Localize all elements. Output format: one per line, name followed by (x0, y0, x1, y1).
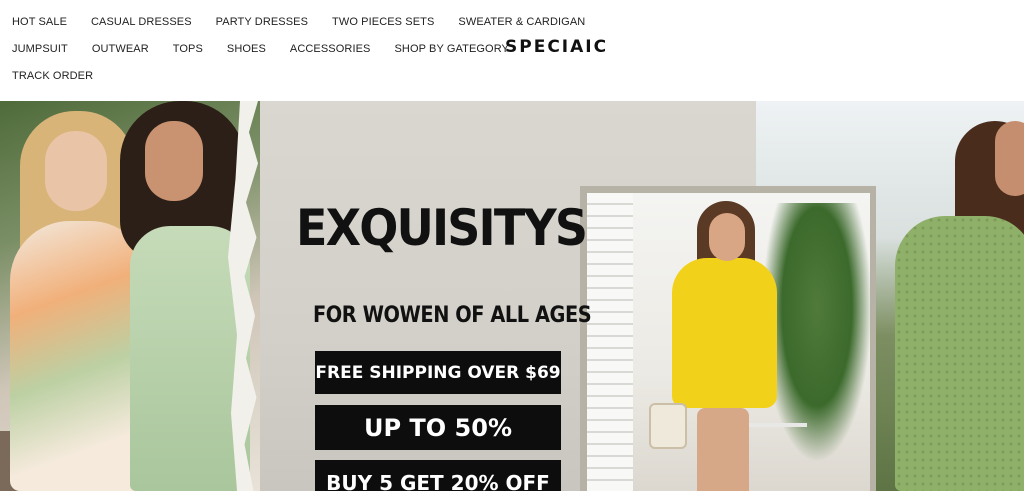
inset-photo-yellow-dress (587, 193, 870, 491)
model-1-face (45, 131, 107, 211)
banner-subheadline: FOR WOWEN OF ALL AGES (313, 303, 592, 328)
site-logo[interactable]: SPECIAIC (505, 37, 608, 57)
side-table (747, 423, 807, 491)
nav-track-order[interactable]: TRACK ORDER (12, 70, 93, 82)
woven-bag (649, 403, 687, 449)
model-3-yellow-dress (672, 258, 777, 408)
model-3-legs (697, 408, 749, 491)
model-3-face (709, 213, 745, 261)
promo-discount: UP TO 50% (315, 405, 561, 450)
nav-casual-dresses[interactable]: CASUAL DRESSES (91, 16, 192, 28)
nav-jumpsuit[interactable]: JUMPSUIT (12, 43, 68, 55)
promo-free-shipping: FREE SHIPPING OVER $69 (315, 351, 561, 394)
window-shutter (587, 193, 633, 491)
nav-shop-by-category[interactable]: SHOP BY GATEGORY (394, 43, 509, 55)
nav-outwear[interactable]: OUTWEAR (92, 43, 149, 55)
nav-accessories[interactable]: ACCESSORIES (290, 43, 371, 55)
nav-sweater-cardigan[interactable]: SWEATER & CARDIGAN (458, 16, 585, 28)
model-2-face (145, 121, 203, 201)
nav-hot-sale[interactable]: HOT SALE (12, 16, 67, 28)
nav-party-dresses[interactable]: PARTY DRESSES (216, 16, 308, 28)
banner-headline: EXQUISITYS (296, 199, 588, 257)
hero-banner[interactable]: EXQUISITYS FOR WOWEN OF ALL AGES FREE SH… (0, 101, 1024, 491)
site-header: HOT SALE CASUAL DRESSES PARTY DRESSES TW… (0, 0, 1024, 101)
model-1-floral-dress (10, 221, 150, 491)
nav-row-2: JUMPSUIT OUTWEAR TOPS SHOES ACCESSORIES … (12, 39, 533, 59)
nav-row-3: TRACK ORDER (12, 66, 117, 86)
model-4-green-dress (895, 216, 1024, 491)
nav-two-pieces-sets[interactable]: TWO PIECES SETS (332, 16, 434, 28)
nav-shoes[interactable]: SHOES (227, 43, 266, 55)
nav-row-1: HOT SALE CASUAL DRESSES PARTY DRESSES TW… (12, 12, 609, 32)
nav-tops[interactable]: TOPS (173, 43, 203, 55)
model-4-face (995, 121, 1024, 196)
promo-bundle-offer: BUY 5 GET 20% OFF (315, 460, 561, 491)
